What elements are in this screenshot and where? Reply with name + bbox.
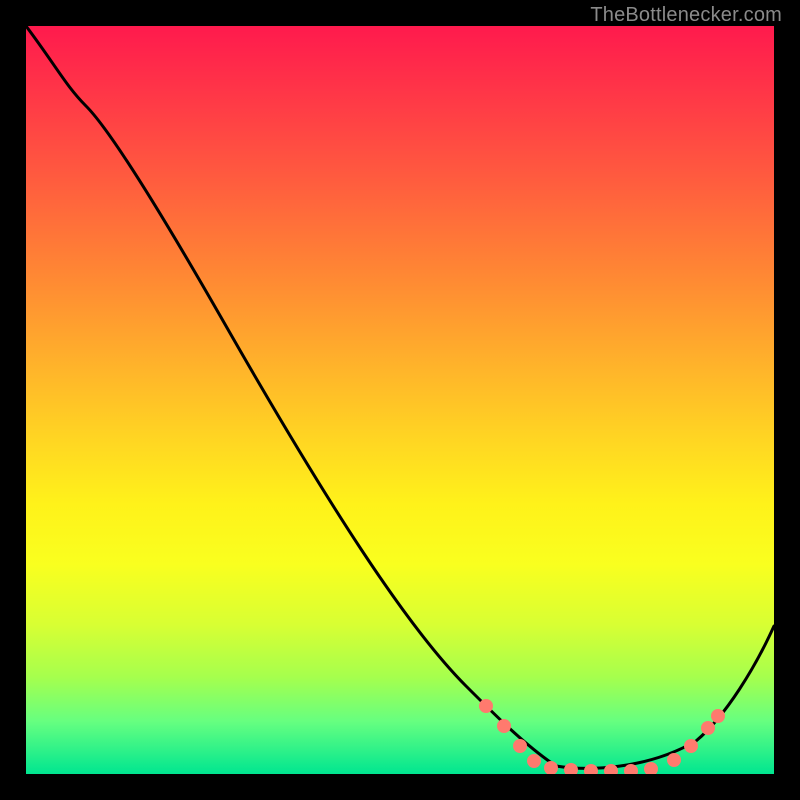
- trough-marker: [513, 739, 527, 753]
- plot-area: [26, 26, 774, 774]
- trough-marker: [701, 721, 715, 735]
- watermark-text: TheBottlenecker.com: [590, 4, 782, 27]
- trough-marker: [584, 764, 598, 774]
- curve-layer: [26, 26, 774, 774]
- trough-marker: [564, 763, 578, 774]
- trough-marker: [527, 754, 541, 768]
- trough-marker: [667, 753, 681, 767]
- trough-marker: [544, 761, 558, 774]
- trough-marker: [684, 739, 698, 753]
- trough-marker: [644, 762, 658, 774]
- chart-frame: TheBottlenecker.com: [0, 0, 800, 800]
- trough-markers: [479, 699, 725, 774]
- trough-marker: [497, 719, 511, 733]
- trough-marker: [711, 709, 725, 723]
- trough-marker: [479, 699, 493, 713]
- bottleneck-curve: [26, 26, 774, 768]
